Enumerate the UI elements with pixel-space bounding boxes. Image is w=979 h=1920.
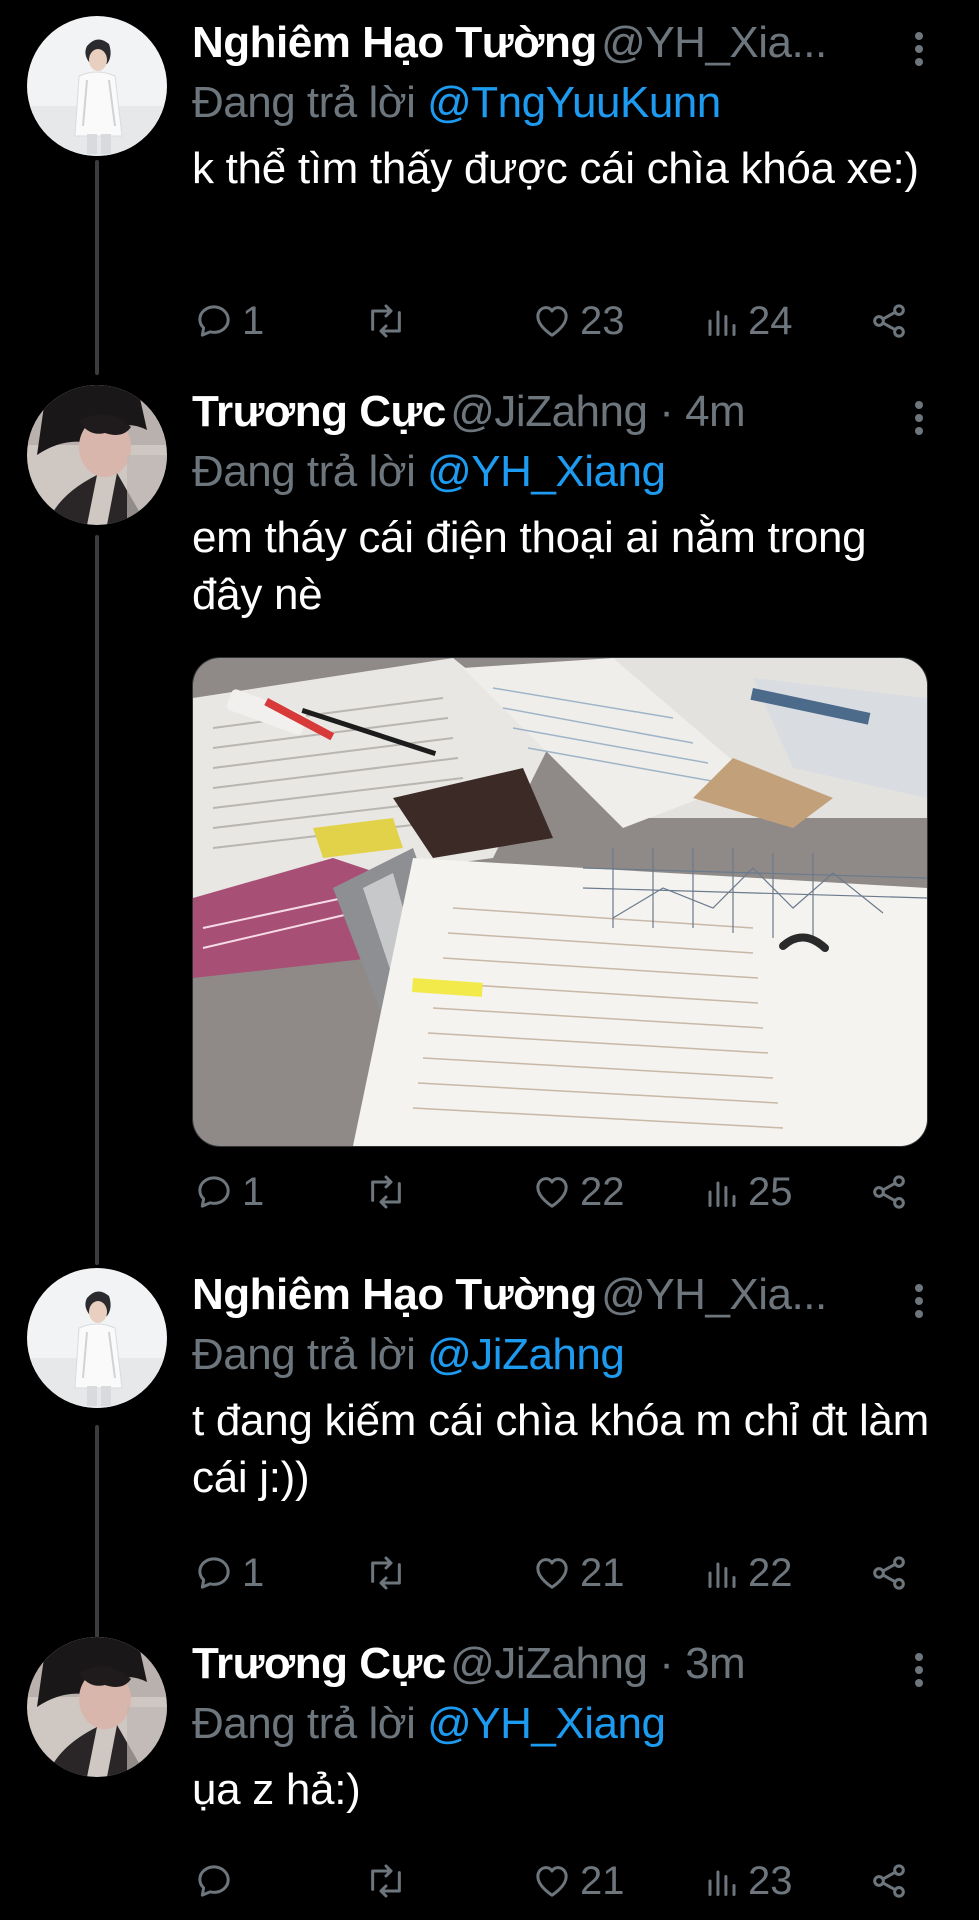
retweet-button[interactable] xyxy=(364,291,416,351)
reply-handle-link[interactable]: @JiZahng xyxy=(427,1330,625,1379)
replying-to-label: Đang trả lời xyxy=(192,1699,428,1748)
views-button[interactable]: 25 xyxy=(704,1162,793,1222)
retweet-icon xyxy=(371,304,401,338)
views-count: 22 xyxy=(748,1550,793,1595)
reply-handle-link[interactable]: @YH_Xiang xyxy=(427,447,666,496)
views-count: 25 xyxy=(748,1169,793,1214)
retweet-button[interactable] xyxy=(364,1543,416,1603)
like-count: 21 xyxy=(580,1858,625,1903)
tweet-media[interactable] xyxy=(192,657,928,1147)
views-button[interactable]: 23 xyxy=(704,1851,793,1911)
display-name[interactable]: Nghiêm Hạo Tường xyxy=(192,18,597,67)
retweet-icon xyxy=(371,1175,401,1209)
reply-button[interactable]: 1 xyxy=(194,1162,264,1222)
share-button[interactable] xyxy=(868,291,910,351)
share-button[interactable] xyxy=(868,1543,910,1603)
tweet-text: t đang kiếm cái chìa khóa m chỉ đt làm c… xyxy=(192,1396,929,1502)
reply-button[interactable] xyxy=(194,1851,242,1911)
tweet-actions: 21 23 xyxy=(192,1851,928,1911)
retweet-icon xyxy=(371,1864,401,1898)
display-name[interactable]: Trương Cực xyxy=(192,1639,446,1688)
like-button[interactable]: 23 xyxy=(532,291,625,351)
thread-line xyxy=(95,1425,99,1638)
share-button[interactable] xyxy=(868,1851,910,1911)
views-chart-icon xyxy=(708,1870,736,1896)
avatar[interactable] xyxy=(27,16,167,156)
like-button[interactable]: 21 xyxy=(532,1851,625,1911)
thread-line xyxy=(95,535,99,1265)
avatar[interactable] xyxy=(27,1637,167,1777)
tweet-actions: 1 21 22 xyxy=(192,1543,928,1603)
tweet-text: em tháy cái điện thoại ai nằm trong đây … xyxy=(192,513,867,619)
reply-button[interactable]: 1 xyxy=(194,1543,264,1603)
replying-to: Đang trả lời @TngYuuKunn xyxy=(192,74,949,132)
share-icon xyxy=(873,1556,905,1590)
reply-handle-link[interactable]: @YH_Xiang xyxy=(427,1699,666,1748)
avatar[interactable] xyxy=(27,1268,167,1408)
avatar-photo xyxy=(27,1637,167,1777)
thread-line xyxy=(95,160,99,375)
heart-icon xyxy=(536,1177,568,1208)
tweet-actions: 1 23 24 xyxy=(192,291,928,351)
handle[interactable]: @YH_Xia... xyxy=(601,18,827,67)
retweet-button[interactable] xyxy=(364,1851,416,1911)
views-count: 23 xyxy=(748,1858,793,1903)
reply-icon xyxy=(198,1176,230,1208)
replying-to-label: Đang trả lời xyxy=(192,447,428,496)
reply-handle-link[interactable]: @TngYuuKunn xyxy=(427,78,721,127)
avatar-photo xyxy=(27,16,167,156)
display-name[interactable]: Nghiêm Hạo Tường xyxy=(192,1270,597,1319)
share-icon xyxy=(873,1864,905,1898)
replying-to-label: Đang trả lời xyxy=(192,78,428,127)
replying-to: Đang trả lời @JiZahng xyxy=(192,1326,949,1384)
share-button[interactable] xyxy=(868,1162,910,1222)
heart-icon xyxy=(536,306,568,337)
more-options-icon[interactable] xyxy=(889,24,949,74)
like-count: 23 xyxy=(580,298,625,343)
tweet-text: k thể tìm thấy được cái chìa khóa xe:) xyxy=(192,144,919,193)
like-count: 21 xyxy=(580,1550,625,1595)
tweet-text: ụa z hả:) xyxy=(192,1765,361,1814)
views-chart-icon xyxy=(708,1181,736,1207)
share-icon xyxy=(873,1175,905,1209)
views-button[interactable]: 24 xyxy=(704,291,793,351)
reply-button[interactable]: 1 xyxy=(194,291,264,351)
avatar-photo xyxy=(27,385,167,525)
reply-count: 1 xyxy=(242,1169,265,1214)
more-options-icon[interactable] xyxy=(889,1276,949,1326)
views-button[interactable]: 22 xyxy=(704,1543,793,1603)
views-chart-icon xyxy=(708,1562,736,1588)
like-button[interactable]: 21 xyxy=(532,1543,625,1603)
reply-count: 1 xyxy=(242,1550,265,1595)
more-options-icon[interactable] xyxy=(889,393,949,443)
avatar[interactable] xyxy=(27,385,167,525)
tweet-actions: 1 22 25 xyxy=(192,1162,928,1222)
more-options-icon[interactable] xyxy=(889,1645,949,1695)
like-count: 22 xyxy=(580,1169,625,1214)
share-icon xyxy=(873,304,905,338)
desk-papers-photo xyxy=(193,658,927,1146)
reply-icon xyxy=(198,1557,230,1589)
replying-to: Đang trả lời @YH_Xiang xyxy=(192,1695,949,1753)
replying-to-label: Đang trả lời xyxy=(192,1330,428,1379)
retweet-icon xyxy=(371,1556,401,1590)
display-name[interactable]: Trương Cực xyxy=(192,387,446,436)
handle-and-time[interactable]: @JiZahng · 4m xyxy=(450,387,745,436)
heart-icon xyxy=(536,1558,568,1589)
reply-icon xyxy=(198,305,230,337)
reply-count: 1 xyxy=(242,298,265,343)
like-button[interactable]: 22 xyxy=(532,1162,625,1222)
views-chart-icon xyxy=(708,310,736,336)
handle-and-time[interactable]: @JiZahng · 3m xyxy=(450,1639,745,1688)
replying-to: Đang trả lời @YH_Xiang xyxy=(192,443,949,501)
reply-icon xyxy=(198,1865,230,1897)
views-count: 24 xyxy=(748,298,793,343)
retweet-button[interactable] xyxy=(364,1162,416,1222)
heart-icon xyxy=(536,1866,568,1897)
avatar-photo xyxy=(27,1268,167,1408)
handle[interactable]: @YH_Xia... xyxy=(601,1270,827,1319)
